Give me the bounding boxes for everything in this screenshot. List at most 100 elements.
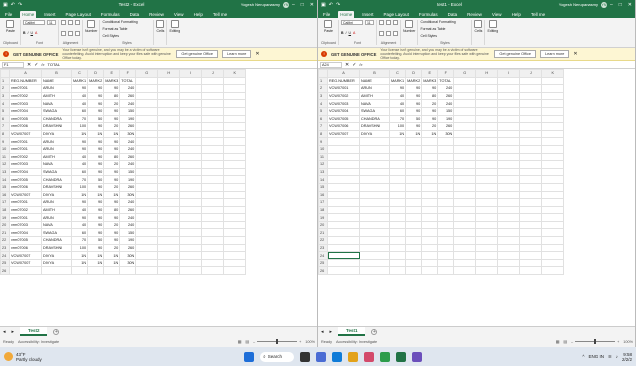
cell[interactable]: vrm07002 bbox=[9, 91, 42, 101]
cell[interactable] bbox=[359, 137, 390, 146]
align-top-icon[interactable] bbox=[378, 20, 384, 25]
worksheet-grid[interactable]: A B C D E F G H I J K 1 REG.NUMBER NAME MARK1 MARK2 MARK… bbox=[318, 69, 635, 326]
cell[interactable] bbox=[9, 266, 42, 276]
cell[interactable] bbox=[327, 205, 360, 215]
cell[interactable]: 70 bbox=[70, 114, 89, 124]
cell[interactable] bbox=[405, 220, 423, 230]
cell[interactable] bbox=[223, 182, 247, 192]
add-sheet-icon[interactable]: + bbox=[53, 328, 60, 335]
cell[interactable]: 1N bbox=[405, 129, 423, 139]
cell[interactable] bbox=[223, 167, 247, 177]
cell[interactable] bbox=[519, 258, 543, 268]
cell[interactable] bbox=[497, 243, 521, 253]
cell[interactable]: 80 bbox=[103, 205, 121, 215]
cell[interactable]: vrm07001 bbox=[9, 144, 42, 154]
cell[interactable]: 90 bbox=[87, 91, 105, 101]
cell[interactable]: 60 bbox=[70, 228, 89, 238]
cell[interactable] bbox=[135, 243, 159, 253]
tab-data[interactable]: Data bbox=[128, 11, 142, 18]
cell[interactable] bbox=[223, 175, 247, 184]
cell[interactable]: DRAVSHNI bbox=[41, 122, 72, 131]
cell[interactable] bbox=[453, 99, 477, 108]
cell[interactable]: 20 bbox=[103, 243, 121, 253]
tab-help[interactable]: Help bbox=[510, 11, 523, 18]
cell[interactable] bbox=[223, 243, 247, 253]
user-name[interactable]: Yogesh Nerupanasmy bbox=[559, 2, 598, 7]
cell[interactable] bbox=[179, 182, 203, 192]
tab-insert[interactable]: Insert bbox=[360, 11, 375, 18]
cell[interactable]: 90 bbox=[87, 152, 105, 162]
cell[interactable]: 20 bbox=[421, 99, 439, 108]
cell[interactable] bbox=[388, 266, 407, 276]
cell[interactable] bbox=[497, 76, 521, 86]
cell[interactable]: 90 bbox=[87, 198, 105, 207]
cell[interactable]: 70 bbox=[70, 175, 89, 184]
cell[interactable] bbox=[201, 137, 225, 146]
cell[interactable] bbox=[201, 76, 225, 86]
cell[interactable] bbox=[157, 160, 181, 169]
cell[interactable] bbox=[201, 114, 225, 124]
file-explorer-icon[interactable] bbox=[348, 351, 359, 362]
cell[interactable] bbox=[359, 152, 390, 162]
paste-button[interactable]: Paste bbox=[3, 20, 18, 33]
cell[interactable] bbox=[135, 266, 159, 276]
cell[interactable]: 190 bbox=[119, 236, 137, 245]
cell[interactable]: 50 bbox=[405, 114, 423, 124]
cell[interactable] bbox=[223, 137, 247, 146]
redo-icon[interactable]: ↷ bbox=[18, 2, 22, 8]
sheet-tab[interactable]: Test2 bbox=[20, 327, 48, 336]
cell[interactable]: vrm07001 bbox=[9, 213, 42, 222]
cell[interactable] bbox=[475, 114, 499, 124]
volume-icon[interactable]: ♪ bbox=[616, 354, 618, 359]
row-header[interactable]: 24 bbox=[318, 251, 328, 260]
cell[interactable]: vrm07003 bbox=[9, 99, 42, 108]
cell[interactable] bbox=[359, 243, 390, 253]
cell[interactable] bbox=[179, 228, 203, 238]
cell[interactable] bbox=[421, 258, 439, 268]
cell[interactable]: VCW07007 bbox=[9, 251, 42, 260]
row-header[interactable]: 19 bbox=[318, 213, 328, 222]
cell[interactable] bbox=[157, 182, 181, 192]
cell[interactable] bbox=[201, 129, 225, 139]
cell[interactable]: vrm07003 bbox=[9, 220, 42, 230]
cell[interactable]: NAVA bbox=[41, 220, 72, 230]
store-icon[interactable] bbox=[364, 351, 375, 362]
cell[interactable] bbox=[475, 205, 499, 215]
row-header[interactable]: 5 bbox=[0, 106, 10, 116]
cell[interactable] bbox=[497, 213, 521, 222]
column-header[interactable]: B bbox=[41, 69, 72, 78]
close-icon[interactable]: ✕ bbox=[310, 2, 314, 8]
cell[interactable]: 100 bbox=[70, 122, 89, 131]
cell[interactable] bbox=[157, 122, 181, 131]
cell[interactable] bbox=[223, 198, 247, 207]
cell[interactable]: 90 bbox=[87, 99, 105, 108]
cell[interactable] bbox=[475, 236, 499, 245]
cell[interactable] bbox=[327, 190, 360, 200]
get-genuine-office-button[interactable]: Get genuine Office bbox=[176, 50, 218, 58]
cell[interactable] bbox=[519, 114, 543, 124]
cell[interactable] bbox=[541, 213, 565, 222]
column-header[interactable]: F bbox=[119, 69, 137, 78]
cell[interactable] bbox=[437, 205, 455, 215]
cell[interactable] bbox=[421, 167, 439, 177]
cell[interactable]: 100 bbox=[70, 182, 89, 192]
cell[interactable] bbox=[70, 266, 89, 276]
cell[interactable] bbox=[541, 182, 565, 192]
cell[interactable] bbox=[388, 144, 407, 154]
cell[interactable] bbox=[405, 190, 423, 200]
cell[interactable]: ARUN bbox=[41, 198, 72, 207]
cell[interactable] bbox=[497, 122, 521, 131]
edge-icon[interactable] bbox=[332, 351, 343, 362]
cell[interactable] bbox=[405, 243, 423, 253]
redo-icon[interactable]: ↷ bbox=[336, 2, 340, 8]
cell[interactable]: 90 bbox=[87, 205, 105, 215]
cell[interactable]: vrm07005 bbox=[9, 236, 42, 245]
cell[interactable] bbox=[497, 99, 521, 108]
cell[interactable]: 1N bbox=[70, 190, 89, 200]
cell[interactable] bbox=[519, 228, 543, 238]
cell[interactable] bbox=[179, 91, 203, 101]
formula-input[interactable]: TOTAL bbox=[48, 62, 315, 67]
cell[interactable] bbox=[475, 190, 499, 200]
align-left-icon[interactable] bbox=[60, 30, 66, 36]
cell[interactable] bbox=[437, 251, 455, 260]
